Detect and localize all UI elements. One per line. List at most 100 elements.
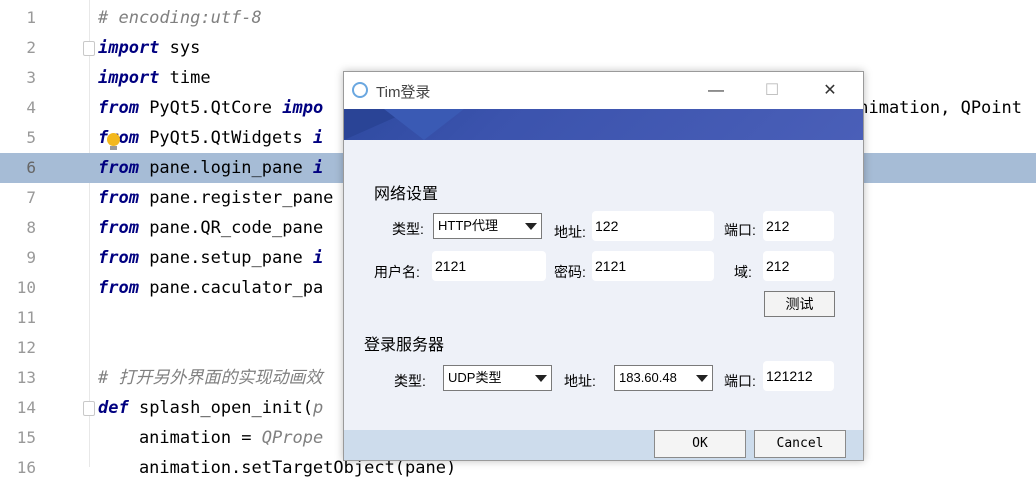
proxy-port-input[interactable]: 212 [763,211,834,241]
dialog-body: 网络设置 类型: HTTP代理 地址: 122 端口: 212 用户名: 212… [344,140,863,430]
minimize-button[interactable]: — [694,76,738,106]
dialog-title: Tim登录 [376,84,431,101]
code-token: from [98,278,139,298]
code-text: import sys [98,33,200,63]
username-label: 用户名: [374,264,420,280]
code-text: from pane.setup_pane i [98,243,323,273]
code-text: from PyQt5.QtWidgets i [98,123,323,153]
line-number: 13 [16,368,36,387]
code-token: pane.setup_pane [138,248,313,268]
server-address-value: 183.60.48 [619,370,677,385]
dialog-footer: OK Cancel [344,430,863,460]
code-text: # encoding:utf-8 [98,3,262,33]
code-token: # encoding:utf-8 [98,8,262,28]
server-type-label: 类型: [394,373,426,389]
dialog-titlebar[interactable]: Tim登录 — ☐ ✕ [344,72,863,109]
proxy-type-label: 类型: [392,221,424,237]
code-line[interactable]: 2 import sys [0,33,1036,63]
code-token: PyQt5.QtCore [138,98,283,118]
code-token: pane.caculator_pa [138,278,324,298]
code-text: from pane.caculator_pa [98,273,323,303]
line-number: 10 [16,278,36,297]
code-text: def splash_open_init(p [98,393,323,423]
domain-input[interactable]: 212 [763,251,834,281]
code-token: from [98,188,139,208]
server-port-label: 端口: [724,373,756,389]
code-token: from [98,98,139,118]
app-logo-icon [352,82,368,98]
line-number: 16 [16,458,36,477]
proxy-type-value: HTTP代理 [438,218,498,233]
code-line-4-tail: Animation, QPoint [848,98,1022,118]
line-number: 9 [26,248,36,267]
code-token: QPrope [261,428,324,448]
login-dialog: Tim登录 — ☐ ✕ 网络设置 类型: HTTP代理 地址: 122 端口: … [343,71,864,461]
test-button[interactable]: 测试 [764,291,835,317]
code-token: time [159,68,211,88]
code-token: i [312,248,324,268]
code-token: p [312,398,324,418]
maximize-button[interactable]: ☐ [750,76,794,106]
close-button[interactable]: ✕ [808,76,852,106]
domain-label: 域: [734,264,752,280]
code-token: # 打开另外界面的实现动画效 [98,368,323,388]
code-token: from [98,158,139,178]
server-port-input[interactable]: 121212 [763,361,834,391]
code-text: from pane.register_pane [98,183,333,213]
line-number: 12 [16,338,36,357]
dropdown-arrow-icon [696,375,708,382]
network-settings-heading: 网络设置 [374,186,439,203]
line-number: 11 [16,308,36,327]
server-type-value: UDP类型 [448,370,502,385]
code-token: splash_open_init( [128,398,313,418]
server-type-select[interactable]: UDP类型 [443,365,552,391]
fold-toggle-icon[interactable] [83,41,95,56]
code-token: animation = [98,428,262,448]
line-number: 4 [26,98,36,117]
code-text: # 打开另外界面的实现动画效 [98,363,322,393]
password-input[interactable]: 2121 [592,251,714,281]
line-number: 6 [26,158,36,177]
code-token: from [98,248,139,268]
code-token: i [312,128,324,148]
fold-toggle-icon[interactable] [83,401,95,416]
code-token: from [98,218,139,238]
code-token: import [98,38,160,58]
code-token: animation.setTargetObject(pane) [98,458,457,478]
code-text: from pane.QR_code_pane [98,213,323,243]
line-number: 1 [26,8,36,27]
code-token: import [98,68,160,88]
proxy-port-label: 端口: [724,222,756,238]
proxy-address-input[interactable]: 122 [592,211,714,241]
ok-button[interactable]: OK [654,430,746,458]
code-text: from PyQt5.QtCore impo [98,93,323,123]
lightbulb-icon[interactable] [107,133,120,150]
login-server-heading: 登录服务器 [364,337,445,354]
proxy-type-select[interactable]: HTTP代理 [433,213,542,239]
code-token: PyQt5.QtWidgets [138,128,313,148]
code-line[interactable]: 1 # encoding:utf-8 [0,3,1036,33]
line-number: 15 [16,428,36,447]
code-token: pane.login_pane [138,158,313,178]
line-number: 14 [16,398,36,417]
cancel-button[interactable]: Cancel [754,430,846,458]
line-number: 3 [26,68,36,87]
server-address-select[interactable]: 183.60.48 [614,365,713,391]
code-token: sys [159,38,201,58]
line-number: 7 [26,188,36,207]
line-number: 5 [26,128,36,147]
line-number: 8 [26,218,36,237]
code-token: def [98,398,129,418]
code-token: i [312,158,324,178]
code-token: pane.register_pane [138,188,334,208]
dropdown-arrow-icon [535,375,547,382]
username-input[interactable]: 2121 [432,251,546,281]
banner-shape [384,109,464,140]
server-address-label: 地址: [564,373,596,389]
code-text: from pane.login_pane i [98,153,323,183]
code-token: pane.QR_code_pane [138,218,324,238]
code-text: animation = QPrope [98,423,323,453]
proxy-address-label: 地址: [554,224,586,240]
code-token: impo [282,98,324,118]
password-label: 密码: [554,264,586,280]
